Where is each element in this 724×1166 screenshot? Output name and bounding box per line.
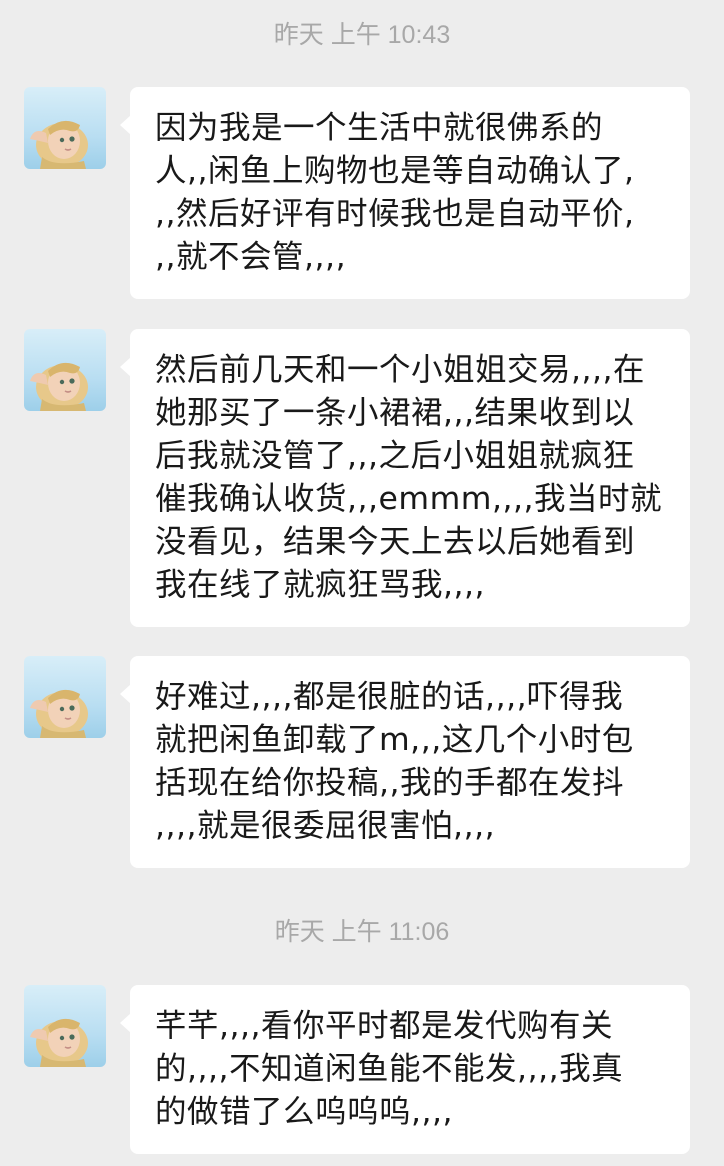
chat-view[interactable]: 昨天 上午 10:43 因为我是一个生活中就很佛系的 人,,闲鱼上购物也是等自动…	[0, 0, 724, 1166]
elf-avatar-icon[interactable]	[24, 985, 106, 1067]
message-bubble[interactable]: 然后前几天和一个小姐姐交易,,,,在 她那买了一条小裙裙,,,结果收到以 后我就…	[120, 329, 690, 627]
elf-avatar-icon[interactable]	[24, 87, 106, 169]
message-bubble[interactable]: 芊芊,,,,看你平时都是发代购有关 的,,,,不知道闲鱼能不能发,,,,我真 的…	[120, 985, 690, 1154]
timestamp: 昨天 上午 11:06	[274, 918, 450, 946]
message-bubble[interactable]: 好难过,,,,都是很脏的话,,,,吓得我 就把闲鱼卸载了m,,,这几个小时包 括…	[120, 656, 690, 868]
elf-avatar-icon[interactable]	[24, 329, 106, 411]
timestamp: 昨天 上午 10:43	[273, 21, 451, 49]
message-bubble[interactable]: 因为我是一个生活中就很佛系的 人,,闲鱼上购物也是等自动确认了, ,,然后好评有…	[120, 87, 690, 299]
elf-avatar-icon[interactable]	[24, 656, 106, 738]
